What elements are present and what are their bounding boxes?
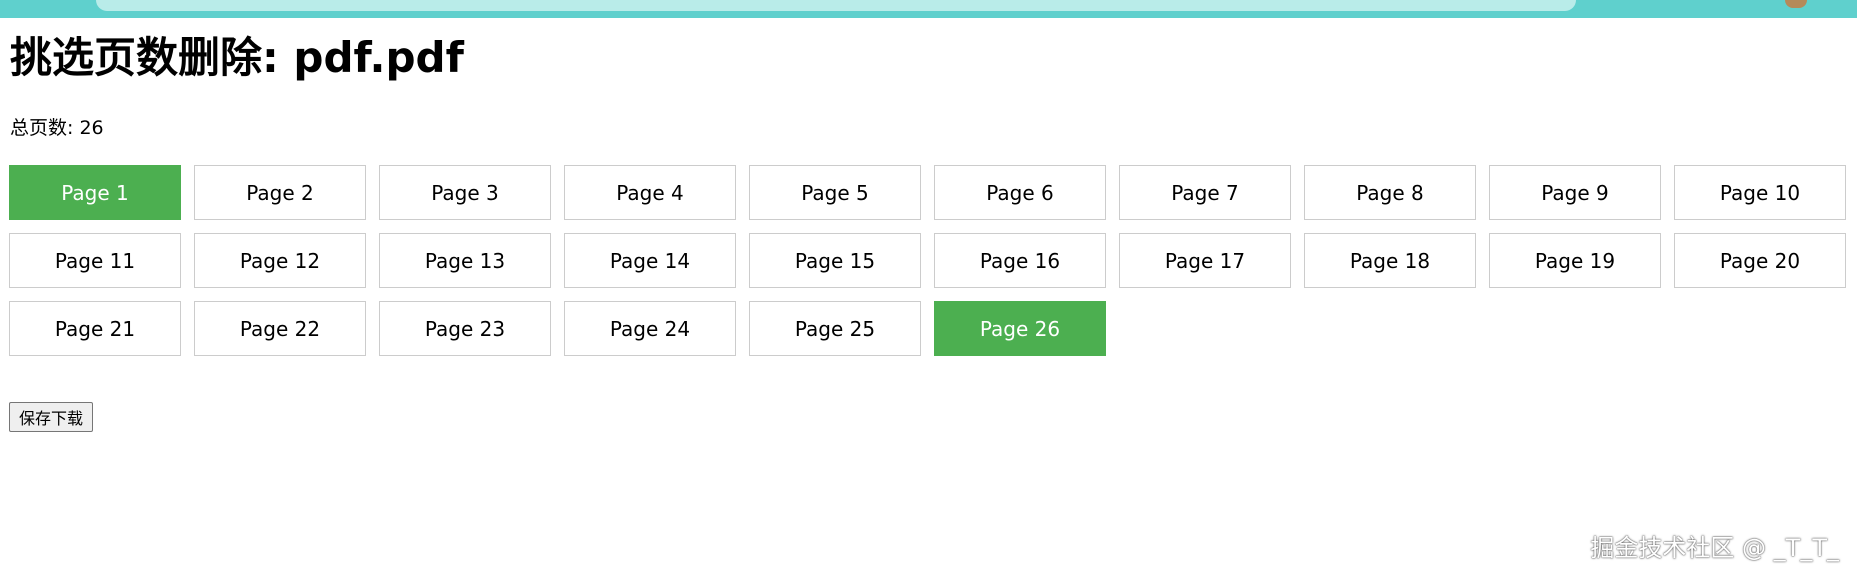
- page-button-16[interactable]: Page 16: [934, 233, 1106, 288]
- page-button-24[interactable]: Page 24: [564, 301, 736, 356]
- page-button-8[interactable]: Page 8: [1304, 165, 1476, 220]
- page-button-6[interactable]: Page 6: [934, 165, 1106, 220]
- page-button-14[interactable]: Page 14: [564, 233, 736, 288]
- page-button-22[interactable]: Page 22: [194, 301, 366, 356]
- page-button-23[interactable]: Page 23: [379, 301, 551, 356]
- profile-avatar[interactable]: [1785, 0, 1807, 8]
- page-button-13[interactable]: Page 13: [379, 233, 551, 288]
- page-button-3[interactable]: Page 3: [379, 165, 551, 220]
- page-button-15[interactable]: Page 15: [749, 233, 921, 288]
- page-button-19[interactable]: Page 19: [1489, 233, 1661, 288]
- page-title: 挑选页数删除: pdf.pdf: [10, 33, 464, 82]
- page-button-21[interactable]: Page 21: [9, 301, 181, 356]
- page-button-17[interactable]: Page 17: [1119, 233, 1291, 288]
- browser-toolbar: [0, 0, 1857, 18]
- page-button-9[interactable]: Page 9: [1489, 165, 1661, 220]
- page-button-11[interactable]: Page 11: [9, 233, 181, 288]
- total-pages-text: 总页数: 26: [10, 117, 104, 139]
- address-bar[interactable]: [96, 0, 1576, 11]
- page-button-7[interactable]: Page 7: [1119, 165, 1291, 220]
- page-content: [0, 18, 1857, 580]
- page-button-18[interactable]: Page 18: [1304, 233, 1476, 288]
- page-button-5[interactable]: Page 5: [749, 165, 921, 220]
- watermark: 掘金技术社区 @ _T_T_: [1590, 534, 1839, 562]
- page-button-26[interactable]: Page 26: [934, 301, 1106, 356]
- save-download-button[interactable]: 保存下载: [9, 402, 94, 432]
- page-button-10[interactable]: Page 10: [1674, 165, 1846, 220]
- page-button-25[interactable]: Page 25: [749, 301, 921, 356]
- page-button-1[interactable]: Page 1: [9, 165, 181, 220]
- page-button-2[interactable]: Page 2: [194, 165, 366, 220]
- page-button-4[interactable]: Page 4: [564, 165, 736, 220]
- page-button-20[interactable]: Page 20: [1674, 233, 1846, 288]
- page-button-12[interactable]: Page 12: [194, 233, 366, 288]
